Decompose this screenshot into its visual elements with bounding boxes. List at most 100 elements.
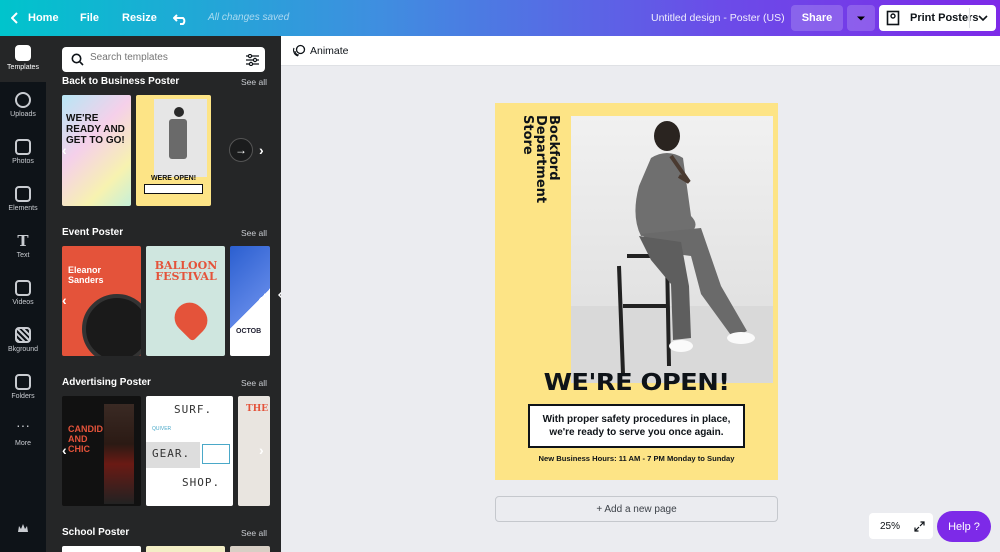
business-hours[interactable]: New Business Hours: 11 AM - 7 PM Monday …	[495, 454, 778, 463]
chevron-right-icon[interactable]: ›	[259, 292, 264, 308]
zoom-control[interactable]: 25%	[869, 513, 933, 539]
template-thumbnail[interactable]: SURF. QUIVER GEAR. SHOP.	[146, 396, 233, 506]
thumb-text: SURF.	[174, 403, 213, 416]
thumb-text: CANDID AND CHIC	[68, 424, 103, 454]
see-all-link[interactable]: See all	[241, 378, 267, 388]
thumb-text: WE'RE READY AND GET TO GO!	[66, 113, 125, 146]
template-thumbnail[interactable]: CANDID AND CHIC	[62, 396, 141, 506]
home-button[interactable]: Home	[11, 0, 61, 36]
rail-item-uploads[interactable]: Uploads	[0, 83, 46, 129]
rail-item-more[interactable]: ··· More	[0, 412, 46, 458]
filter-icon[interactable]	[246, 54, 259, 66]
model-photo[interactable]	[571, 116, 773, 383]
search-box[interactable]	[62, 47, 265, 72]
template-thumbnail[interactable]: WE'RE READY AND GET TO GO!	[62, 95, 131, 206]
carousel-next-button[interactable]: →	[229, 138, 253, 162]
rail-item-templates[interactable]: Templates	[0, 36, 46, 82]
section-title-school-poster: School Poster	[62, 527, 130, 538]
animate-label: Animate	[310, 44, 349, 57]
thumb-photo	[154, 99, 207, 177]
divider	[969, 8, 970, 28]
download-button[interactable]	[847, 5, 875, 31]
message-line: we're ready to serve you once again.	[549, 427, 724, 438]
rail-label: More	[15, 440, 31, 447]
template-thumbnail[interactable]: Eleanor Sanders	[62, 246, 141, 356]
context-toolbar: Animate	[281, 36, 1000, 66]
save-status: All changes saved	[208, 12, 290, 23]
thumb-text: WERE OPEN!	[150, 175, 197, 182]
top-bar: Home File Resize All changes saved Untit…	[0, 0, 1000, 36]
folders-icon	[15, 374, 31, 390]
animate-button[interactable]: Animate	[293, 44, 349, 57]
help-button[interactable]: Help ?	[937, 511, 991, 542]
thumb-text: QUIVER	[152, 426, 172, 432]
rail-label: Uploads	[10, 111, 36, 118]
see-all-link[interactable]: See all	[241, 77, 267, 87]
template-thumbnail[interactable]: WERE OPEN!	[136, 95, 211, 206]
section-title-advertising-poster: Advertising Poster	[62, 377, 151, 388]
rail-item-photos[interactable]: Photos	[0, 130, 46, 176]
message-box[interactable]: With proper safety procedures in place, …	[528, 404, 745, 448]
section-title-event-poster: Event Poster	[62, 227, 124, 238]
rail-item-videos[interactable]: Videos	[0, 271, 46, 317]
thumb-text: Eleanor Sanders	[68, 265, 104, 285]
rail-item-elements[interactable]: Elements	[0, 177, 46, 223]
template-thumbnail[interactable]	[146, 546, 225, 552]
thumb-text: GEAR.	[152, 447, 191, 460]
templates-icon	[15, 45, 31, 61]
store-name-line: Store	[522, 115, 535, 155]
print-product-icon	[886, 10, 900, 26]
search-input[interactable]	[90, 52, 235, 63]
rail-item-folders[interactable]: Folders	[0, 365, 46, 411]
thumb-text: BALLOON FESTIVAL	[154, 259, 218, 283]
template-thumbnail[interactable]: THE	[238, 396, 270, 506]
print-posters-button[interactable]: Print Posters	[879, 5, 996, 31]
message-line: With proper safety procedures in place,	[542, 414, 731, 425]
chevron-left-icon[interactable]: ‹	[62, 442, 67, 458]
editor-canvas-area: Animate Bockford Department Store WE'RE …	[281, 36, 1000, 552]
rail-item-background[interactable]: Bkground	[0, 318, 46, 364]
template-thumbnail[interactable]: OCTOB	[230, 246, 270, 356]
store-name-vertical[interactable]: Bockford Department Store	[522, 115, 562, 207]
chevron-left-icon[interactable]: ‹	[62, 292, 67, 308]
chevron-left-icon[interactable]: ‹	[62, 142, 67, 158]
uploads-icon	[15, 92, 31, 108]
resize-button[interactable]: Resize	[122, 0, 157, 36]
file-menu[interactable]: File	[80, 0, 99, 36]
text-icon: T	[17, 232, 29, 250]
rail-label: Templates	[7, 64, 39, 71]
rail-label: Text	[16, 252, 30, 259]
chevron-down-icon[interactable]	[978, 15, 988, 21]
see-all-link[interactable]: See all	[241, 228, 267, 238]
more-icon: ···	[16, 417, 30, 433]
headline[interactable]: WE'RE OPEN!	[478, 370, 795, 396]
undo-button[interactable]	[173, 0, 188, 36]
thumb-text: THE	[246, 404, 269, 414]
rail-label: Folders	[11, 393, 35, 400]
videos-icon	[15, 280, 31, 296]
templates-panel: Back to Business Poster See all WE'RE RE…	[46, 36, 281, 552]
chevron-left-icon	[11, 12, 18, 24]
design-title[interactable]: Untitled design - Poster (US)	[651, 12, 785, 24]
share-button[interactable]: Share	[791, 5, 843, 31]
animate-icon	[293, 44, 306, 57]
thumb-text: OCTOB	[236, 328, 262, 335]
download-icon	[855, 12, 867, 24]
chevron-right-icon[interactable]: ›	[259, 142, 264, 158]
crown-icon[interactable]	[17, 523, 29, 533]
background-icon	[15, 327, 31, 343]
rail-label: Photos	[12, 158, 34, 165]
poster-page[interactable]: Bockford Department Store WE'RE OPEN! Wi…	[495, 103, 778, 480]
template-thumbnail[interactable]: BALLOON FESTIVAL	[146, 246, 225, 356]
fullscreen-icon[interactable]	[914, 520, 925, 532]
template-thumbnail[interactable]	[230, 546, 270, 552]
rail-label: Elements	[8, 205, 38, 212]
chevron-right-icon[interactable]: ›	[259, 442, 264, 458]
add-new-page-button[interactable]: + Add a new page	[495, 496, 778, 522]
section-title-back-to-business: Back to Business Poster	[62, 76, 180, 87]
see-all-link[interactable]: See all	[241, 528, 267, 538]
photos-icon	[15, 139, 31, 155]
rail-item-text[interactable]: T Text	[0, 224, 46, 270]
template-thumbnail[interactable]	[62, 546, 141, 552]
zoom-level[interactable]: 25%	[880, 521, 900, 532]
